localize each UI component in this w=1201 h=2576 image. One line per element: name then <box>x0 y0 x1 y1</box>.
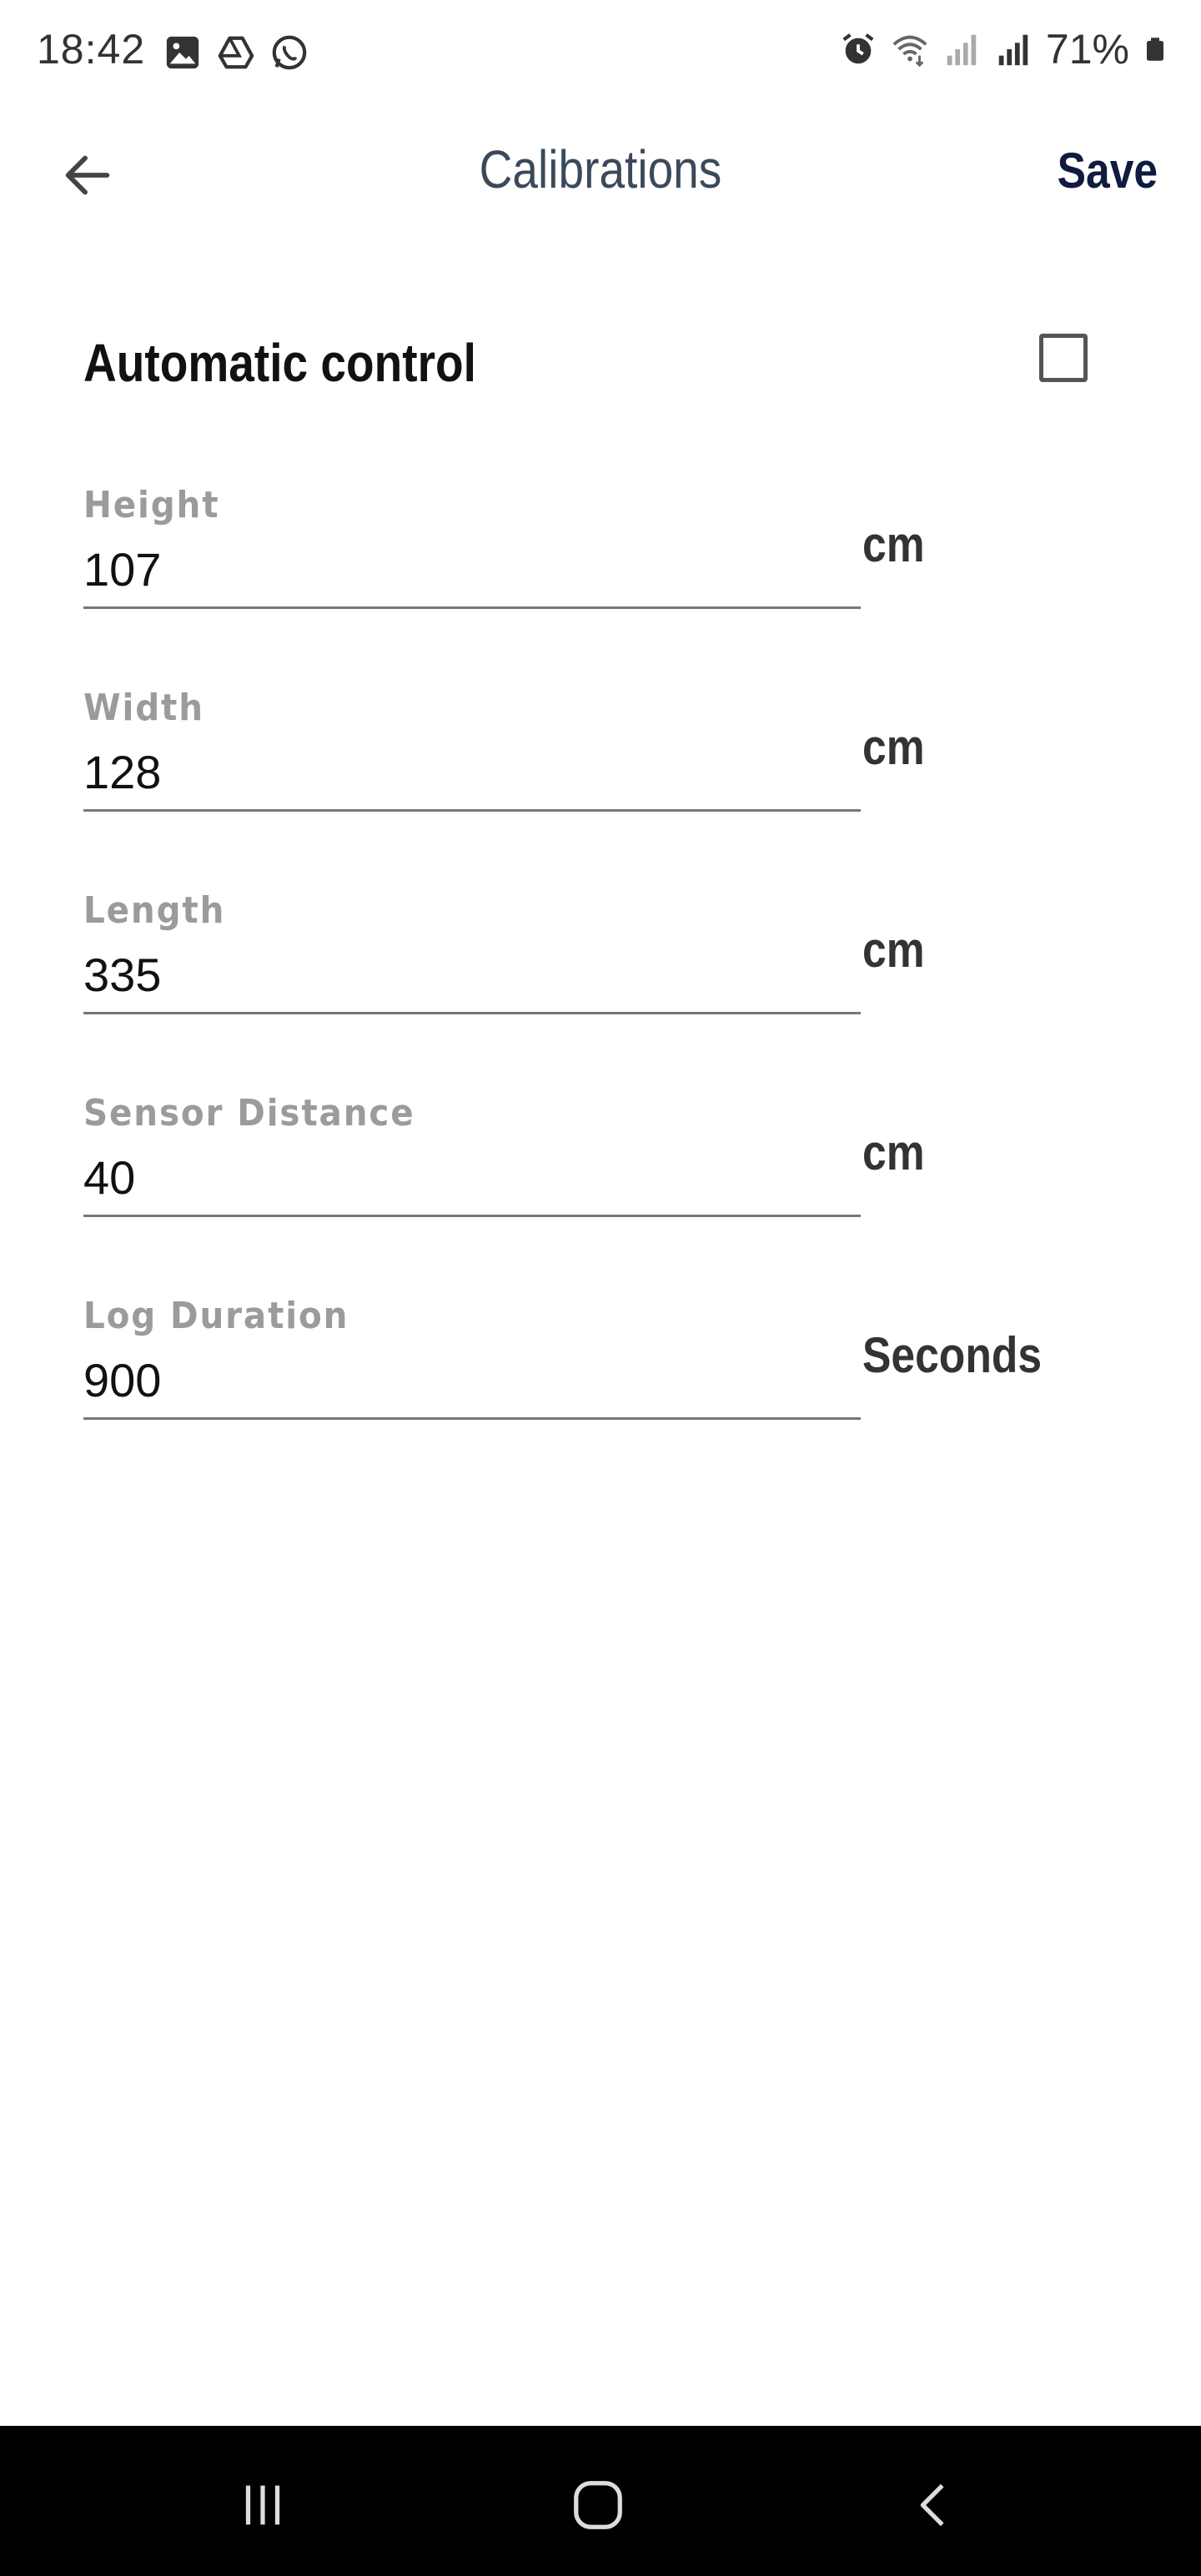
system-back-button[interactable] <box>897 2468 972 2543</box>
log-duration-field: Log Duration Seconds <box>83 1295 1118 1462</box>
battery-percent: 71% <box>1045 26 1129 73</box>
height-field: Height cm <box>83 484 1118 651</box>
status-time: 18:42 <box>37 26 146 73</box>
battery-icon <box>1147 38 1163 61</box>
status-bar: 18:42 71% <box>0 0 1201 108</box>
gallery-icon <box>166 36 199 69</box>
alarm-icon <box>842 33 874 64</box>
automatic-control-row: Automatic control <box>83 325 1118 400</box>
sensor-distance-label: Sensor Distance <box>83 1092 415 1135</box>
home-button[interactable] <box>560 2468 636 2543</box>
page-title: Calibrations <box>479 139 722 199</box>
navigation-bar <box>0 2426 1201 2576</box>
width-label: Width <box>83 687 204 729</box>
back-icon <box>920 2483 944 2527</box>
length-field: Length cm <box>83 889 1118 1056</box>
sensor-distance-field: Sensor Distance cm <box>83 1092 1118 1259</box>
signal-icon <box>998 34 1028 66</box>
status-right-icons: 71% <box>839 25 1168 73</box>
log-duration-unit: Seconds <box>862 1327 1043 1383</box>
log-duration-label: Log Duration <box>83 1295 349 1337</box>
status-left-icons <box>163 33 309 72</box>
recent-apps-icon <box>245 2485 280 2525</box>
home-icon <box>574 2481 622 2529</box>
recent-apps-button[interactable] <box>225 2468 300 2543</box>
sensor-distance-unit: cm <box>862 1124 925 1180</box>
automatic-control-label: Automatic control <box>83 333 476 393</box>
length-unit: cm <box>862 922 925 978</box>
length-input[interactable] <box>83 938 861 1014</box>
signal-weak-icon <box>947 34 977 66</box>
width-unit: cm <box>862 719 925 775</box>
calibrations-screen: 18:42 71% Calibrations Save Automatic co… <box>0 0 1201 2576</box>
height-unit: cm <box>862 516 925 572</box>
width-input[interactable] <box>83 735 861 812</box>
height-input[interactable] <box>83 532 861 609</box>
wifi-icon <box>892 35 927 68</box>
height-label: Height <box>83 484 220 526</box>
app-bar: Calibrations Save <box>0 117 1201 225</box>
width-field: Width cm <box>83 687 1118 853</box>
sensor-distance-input[interactable] <box>83 1140 861 1217</box>
drive-icon <box>218 36 254 69</box>
log-duration-input[interactable] <box>83 1343 861 1420</box>
length-label: Length <box>83 889 226 932</box>
automatic-control-checkbox[interactable] <box>1039 334 1088 382</box>
whatsapp-icon <box>272 35 307 70</box>
save-button[interactable]: Save <box>1057 142 1158 199</box>
